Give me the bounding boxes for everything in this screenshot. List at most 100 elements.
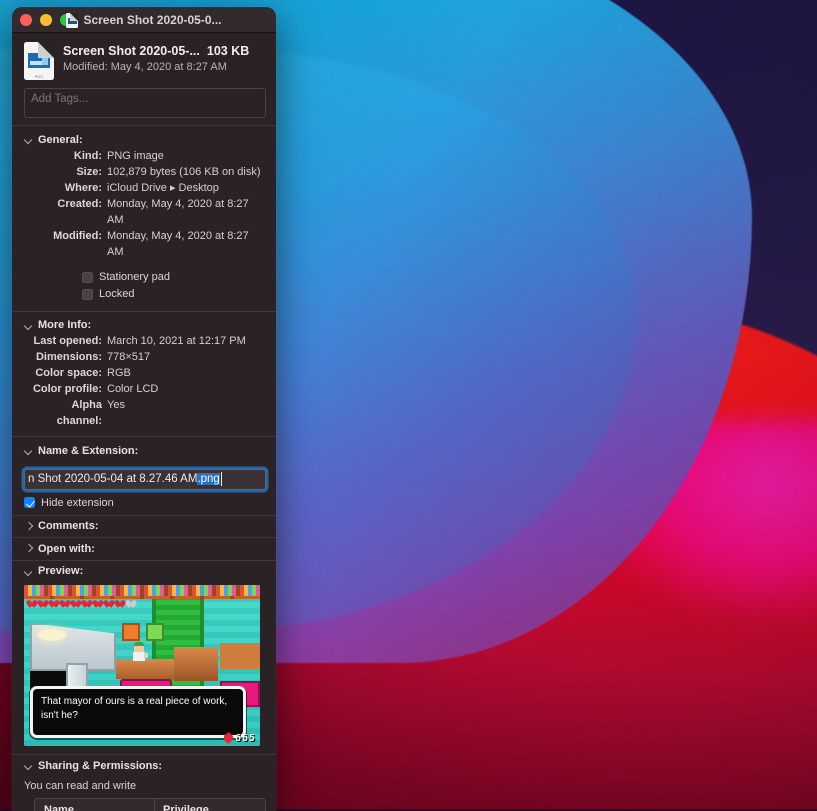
- rupee-count: 665: [235, 733, 256, 744]
- general-section-title: General:: [38, 134, 83, 146]
- filename-input-text: n Shot 2020-05-04 at 8.27.46 AM: [28, 473, 197, 485]
- heart-icon: [27, 599, 37, 608]
- chevron-down-icon[interactable]: [24, 446, 33, 455]
- heart-icon: [60, 599, 70, 608]
- png-icon-label: PNG: [24, 75, 54, 79]
- hide-extension-checkbox[interactable]: [24, 497, 35, 508]
- more-info-section-header[interactable]: More Info:: [24, 316, 266, 333]
- window-controls[interactable]: [20, 14, 72, 26]
- window-title: Screen Shot 2020-05-0...: [83, 13, 221, 27]
- row-label: Alpha channel:: [24, 397, 102, 429]
- file-header: PNG Screen Shot 2020-05-... 103 KB Modif…: [12, 33, 276, 88]
- info-row-last-opened: Last opened: March 10, 2021 at 12:17 PM: [24, 333, 266, 349]
- general-section-header[interactable]: General:: [24, 131, 266, 148]
- maximize-button[interactable]: [60, 14, 72, 26]
- row-value: Yes: [102, 397, 125, 429]
- preview-section-header[interactable]: Preview:: [12, 560, 276, 582]
- row-label: Where:: [24, 180, 102, 196]
- row-label: Created:: [24, 196, 102, 228]
- png-document-icon-large[interactable]: PNG: [24, 42, 54, 80]
- window-titlebar[interactable]: Screen Shot 2020-05-0...: [12, 7, 276, 33]
- heart-icon: [93, 599, 103, 608]
- preview-player-character: [132, 642, 146, 664]
- locked-checkbox[interactable]: [82, 289, 93, 300]
- chevron-down-icon[interactable]: [24, 567, 33, 576]
- preview-picture-right: [146, 623, 164, 641]
- locked-row[interactable]: Locked: [82, 286, 266, 303]
- row-value: 102,879 bytes (106 KB on disk): [102, 164, 260, 180]
- minimize-button[interactable]: [40, 14, 52, 26]
- heart-icon: [71, 599, 81, 608]
- more-info-section-title: More Info:: [38, 319, 91, 331]
- chevron-down-icon[interactable]: [24, 321, 33, 330]
- file-name-heading: Screen Shot 2020-05-...: [63, 44, 200, 58]
- rupee-icon: [224, 732, 233, 744]
- sharing-section-header[interactable]: Sharing & Permissions:: [12, 755, 276, 777]
- preview-section-title: Preview:: [38, 565, 83, 577]
- text-caret: [221, 472, 222, 486]
- row-label: Color space:: [24, 365, 102, 381]
- stationery-pad-row[interactable]: Stationery pad: [82, 269, 266, 286]
- row-label: Size:: [24, 164, 102, 180]
- preview-dialog-text: That mayor of ours is a real piece of wo…: [41, 696, 227, 721]
- preview-health-hud: [27, 599, 136, 608]
- more-info-section: More Info: Last opened: March 10, 2021 a…: [12, 311, 276, 436]
- row-label: Kind:: [24, 148, 102, 164]
- row-label: Dimensions:: [24, 349, 102, 365]
- row-label: Last opened:: [24, 333, 102, 349]
- filename-input[interactable]: n Shot 2020-05-04 at 8.27.46 AM.png: [24, 469, 266, 490]
- chevron-right-icon[interactable]: [24, 544, 33, 553]
- row-label: Modified:: [24, 228, 102, 260]
- preview-couch-top: [220, 643, 260, 669]
- open-with-section-header[interactable]: Open with:: [12, 538, 276, 560]
- comments-section-title: Comments:: [38, 520, 99, 532]
- preview-lamp: [38, 629, 66, 641]
- row-value: Color LCD: [102, 381, 158, 397]
- heart-icon-empty: [126, 599, 136, 608]
- info-row-kind: Kind: PNG image: [24, 148, 266, 164]
- file-size: 103 KB: [207, 44, 249, 58]
- preview-cabinet: [174, 647, 218, 681]
- file-modified-date: Modified: May 4, 2020 at 8:27 AM: [63, 61, 249, 73]
- preview-books: [24, 585, 260, 596]
- filename-input-selection: .png: [197, 473, 219, 485]
- get-info-window[interactable]: Screen Shot 2020-05-0... PNG Screen Shot…: [12, 7, 276, 811]
- name-extension-section-header[interactable]: Name & Extension:: [24, 442, 266, 459]
- heart-icon: [82, 599, 92, 608]
- row-label: Color profile:: [24, 381, 102, 397]
- info-row-modified: Modified: Monday, May 4, 2020 at 8:27 AM: [24, 228, 266, 260]
- sharing-section-title: Sharing & Permissions:: [38, 760, 162, 772]
- stationery-pad-label: Stationery pad: [99, 271, 170, 283]
- row-value: 778×517: [102, 349, 150, 365]
- add-tags-placeholder: Add Tags...: [31, 93, 88, 105]
- close-button[interactable]: [20, 14, 32, 26]
- row-value: March 10, 2021 at 12:17 PM: [102, 333, 246, 349]
- hide-extension-row[interactable]: Hide extension: [24, 497, 276, 509]
- comments-section-header[interactable]: Comments:: [12, 515, 276, 537]
- heart-icon: [115, 599, 125, 608]
- chevron-down-icon[interactable]: [24, 761, 33, 770]
- info-row-alpha-channel: Alpha channel: Yes: [24, 397, 266, 429]
- name-extension-section: Name & Extension:: [12, 437, 276, 463]
- info-row-color-profile: Color profile: Color LCD: [24, 381, 266, 397]
- info-row-dimensions: Dimensions: 778×517: [24, 349, 266, 365]
- heart-icon: [104, 599, 114, 608]
- row-value: Monday, May 4, 2020 at 8:27 AM: [102, 228, 266, 260]
- column-header-privilege[interactable]: Privilege: [155, 804, 209, 811]
- info-row-where: Where: iCloud Drive ▸ Desktop: [24, 180, 266, 196]
- heart-icon: [38, 599, 48, 608]
- row-value: Monday, May 4, 2020 at 8:27 AM: [102, 196, 266, 228]
- stationery-pad-checkbox[interactable]: [82, 272, 93, 283]
- locked-label: Locked: [99, 288, 134, 300]
- info-row-created: Created: Monday, May 4, 2020 at 8:27 AM: [24, 196, 266, 228]
- preview-dialog-box: That mayor of ours is a real piece of wo…: [30, 686, 246, 738]
- column-header-name[interactable]: Name: [35, 799, 155, 811]
- open-with-section-title: Open with:: [38, 543, 95, 555]
- permissions-table-header: Name Privilege: [35, 799, 265, 811]
- preview-container: That mayor of ours is a real piece of wo…: [12, 582, 276, 754]
- add-tags-field[interactable]: Add Tags...: [24, 88, 266, 118]
- chevron-down-icon[interactable]: [24, 135, 33, 144]
- preview-image[interactable]: That mayor of ours is a real piece of wo…: [24, 585, 260, 746]
- row-value: RGB: [102, 365, 131, 381]
- chevron-right-icon[interactable]: [24, 522, 33, 531]
